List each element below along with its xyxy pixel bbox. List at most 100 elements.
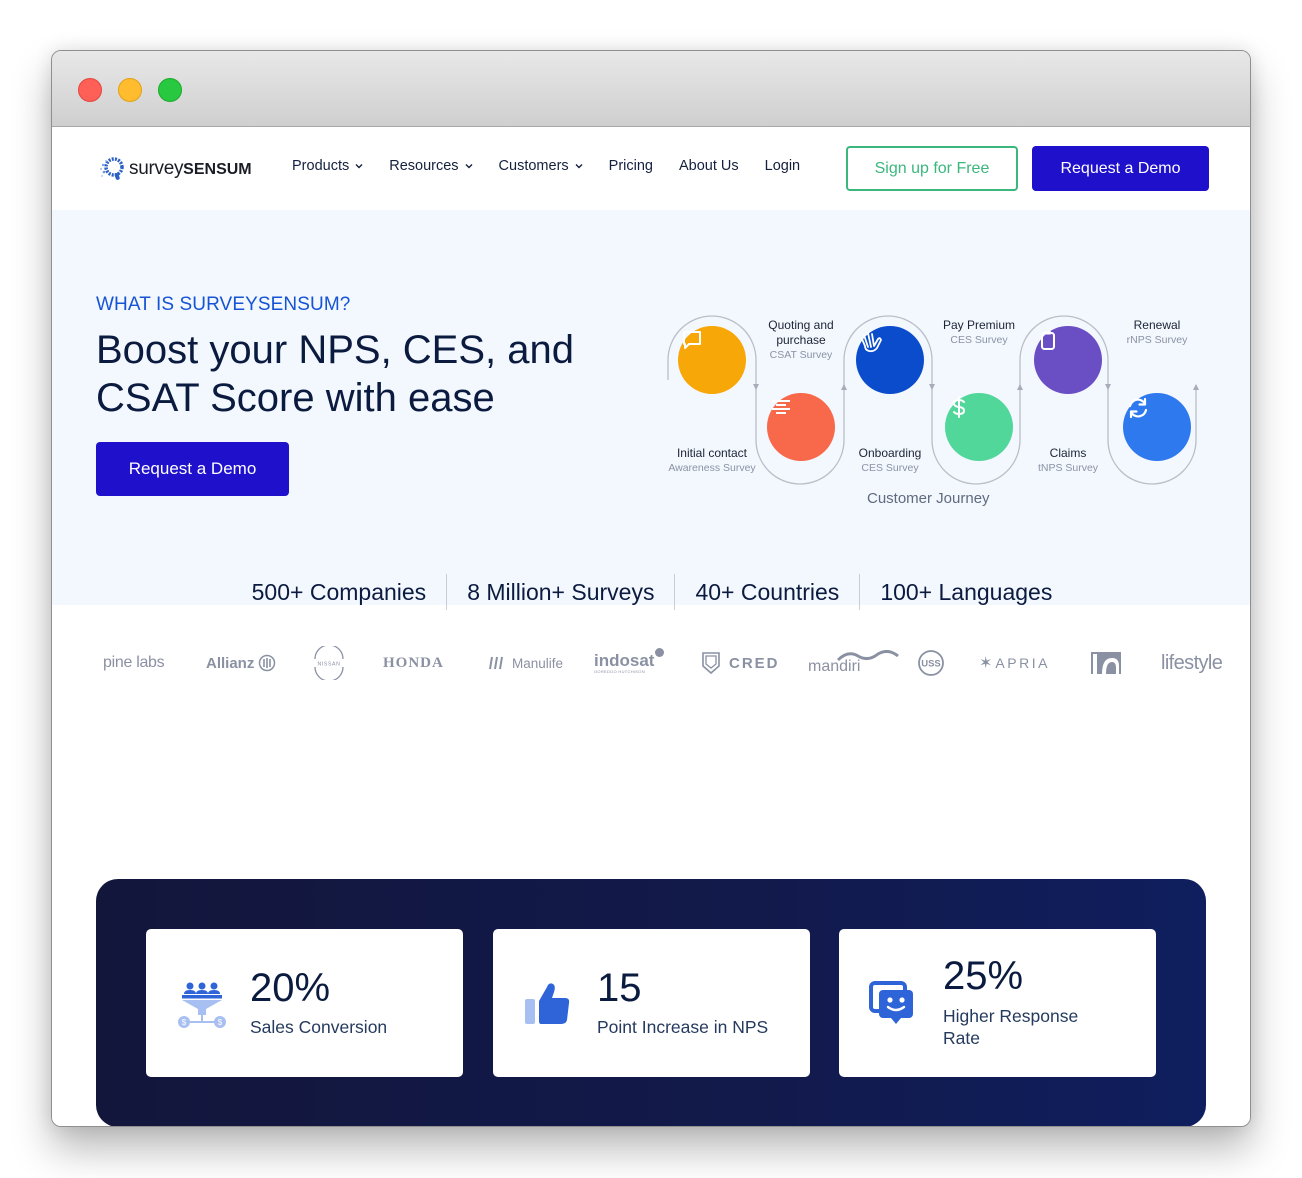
nav-products[interactable]: Products: [292, 158, 363, 174]
brand-logo-uss: USS: [917, 643, 945, 683]
brand-logo-mandiri: mandiri: [808, 643, 908, 683]
hero-section: WHAT IS SURVEYSENSUM? Boost your NPS, CE…: [52, 210, 1250, 605]
refresh-icon: [1128, 397, 1148, 419]
step-survey: Awareness Survey: [668, 462, 756, 474]
zoom-window-button[interactable]: [158, 78, 182, 102]
fortress-emblem-icon: [1091, 652, 1121, 674]
journey-step-onboarding: [856, 326, 924, 394]
brand-name: pine labs: [103, 654, 165, 671]
close-window-button[interactable]: [78, 78, 102, 102]
step-title: Initial contact: [676, 446, 748, 460]
sign-up-free-button[interactable]: Sign up for Free: [846, 146, 1018, 191]
nav-login[interactable]: Login: [765, 158, 800, 174]
nav-customers[interactable]: Customers: [499, 158, 583, 174]
nav-resources-label: Resources: [389, 158, 459, 174]
journey-label-renewal: Renewal rNPS Survey: [1102, 318, 1212, 348]
svg-text:$: $: [218, 1018, 223, 1027]
journey-label-pay-premium: Pay Premium CES Survey: [924, 318, 1034, 348]
brand-name: indosat: [594, 651, 655, 670]
result-label: Point Increase in NPS: [597, 1017, 769, 1037]
journey-step-claims: [1034, 326, 1102, 394]
result-value: 25%: [943, 954, 1024, 998]
chevron-down-icon: [465, 164, 473, 169]
nav-request-demo-button[interactable]: Request a Demo: [1032, 146, 1209, 191]
brand-subtitle: OOREDOO HUTCHISON: [594, 669, 645, 674]
stat-companies: 500+ Companies: [251, 579, 427, 605]
brand-logo-pine-labs: pine labs: [103, 643, 165, 683]
journey-step-initial-contact: [678, 326, 746, 394]
brand-logo-apria: ✶ APRIA: [979, 643, 1050, 683]
step-survey: CES Survey: [950, 334, 1008, 346]
svg-text:USS: USS: [921, 659, 941, 670]
customer-journey-diagram: Initial contact Awareness Survey Quoting…: [660, 280, 1220, 520]
brand-name: CRED: [729, 654, 780, 672]
apria-star-icon: ✶: [979, 655, 993, 672]
chevron-down-icon: [575, 164, 583, 169]
clipboard-icon: [1041, 331, 1055, 350]
hero-title: Boost your NPS, CES, and CSAT Score with…: [96, 328, 575, 420]
surveysensum-logo[interactable]: surveySENSUM: [99, 155, 252, 183]
allianz-emblem-icon: [259, 654, 276, 672]
manulife-emblem-icon: [489, 656, 503, 670]
brand-logo-indosat: indosat OOREDOO HUTCHISON: [594, 643, 665, 683]
chat-bubble-icon: [683, 331, 701, 349]
logo-wordmark: surveySENSUM: [129, 158, 252, 179]
journey-label-quoting: Quoting and purchase CSAT Survey: [746, 318, 856, 363]
result-label: Sales Conversion: [250, 1017, 388, 1037]
hero-eyebrow: WHAT IS SURVEYSENSUM?: [96, 294, 351, 315]
brand-name: APRIA: [995, 655, 1050, 671]
brand-logo-nissan: NISSAN: [310, 643, 348, 683]
smile-chat-icon: [869, 981, 913, 1024]
step-title: Pay Premium: [942, 318, 1016, 332]
hero-request-demo-button[interactable]: Request a Demo: [96, 442, 289, 496]
svg-text:$: $: [182, 1018, 187, 1027]
result-card-nps-increase: 15 Point Increase in NPS: [493, 929, 810, 1077]
indosat-dot-icon: [655, 648, 665, 657]
stat-surveys: 8 Million+ Surveys: [467, 579, 655, 605]
dollar-icon: [952, 396, 966, 418]
journey-label-initial-contact: Initial contact Awareness Survey: [657, 446, 767, 476]
brand-logo-allianz: Allianz: [206, 643, 276, 683]
brand-name: Allianz: [206, 654, 255, 672]
nav-resources[interactable]: Resources: [389, 158, 473, 174]
step-survey: CSAT Survey: [769, 349, 833, 361]
brand-logo-lifestyle: lifestyle: [1161, 643, 1223, 683]
nav-login-label: Login: [764, 158, 801, 174]
result-value: 15: [597, 966, 642, 1010]
cred-shield-icon: [702, 652, 720, 675]
nav-pricing[interactable]: Pricing: [609, 158, 653, 174]
brand-logo-honda: HONDA: [383, 643, 444, 683]
result-card-response-rate: 25% Higher Response Rate: [839, 929, 1156, 1077]
align-center-icon: [772, 400, 790, 414]
journey-step-quoting: [767, 393, 835, 461]
svg-text:NISSAN: NISSAN: [318, 662, 341, 668]
logo-magnifier-icon: [99, 155, 127, 183]
nav-products-label: Products: [292, 158, 350, 174]
step-survey: CES Survey: [861, 462, 919, 474]
journey-caption: Customer Journey: [867, 490, 990, 507]
brand-name: lifestyle: [1161, 651, 1223, 674]
uss-emblem-icon: USS: [918, 650, 944, 676]
top-navigation: surveySENSUM Products Resources Customer…: [52, 128, 1250, 210]
web-page: surveySENSUM Products Resources Customer…: [52, 128, 1250, 1126]
brand-name: HONDA: [383, 654, 444, 671]
nissan-emblem-icon: NISSAN: [314, 646, 344, 680]
brand-name: Manulife: [512, 655, 564, 671]
step-title: Renewal: [1133, 318, 1181, 332]
result-value: 20%: [250, 966, 331, 1010]
journey-label-claims: Claims tNPS Survey: [1013, 446, 1123, 476]
step-survey: tNPS Survey: [1037, 462, 1099, 474]
nav-about-us[interactable]: About Us: [679, 158, 739, 174]
thumbs-up-icon: [525, 983, 570, 1024]
result-label: Higher Response Rate: [943, 1006, 1079, 1048]
minimize-window-button[interactable]: [118, 78, 142, 102]
stat-countries: 40+ Countries: [695, 579, 840, 605]
brand-logo-fortress: [1090, 643, 1122, 683]
results-panel: $ $ 20% Sales Conversion 15 Point Increa…: [96, 879, 1206, 1126]
step-title: Claims: [1049, 446, 1087, 460]
funnel-people-icon: $ $: [178, 982, 226, 1028]
journey-step-renewal: [1123, 393, 1191, 461]
journey-label-onboarding: Onboarding CES Survey: [835, 446, 945, 476]
waving-hand-icon: [861, 332, 882, 353]
step-survey: rNPS Survey: [1126, 334, 1188, 346]
